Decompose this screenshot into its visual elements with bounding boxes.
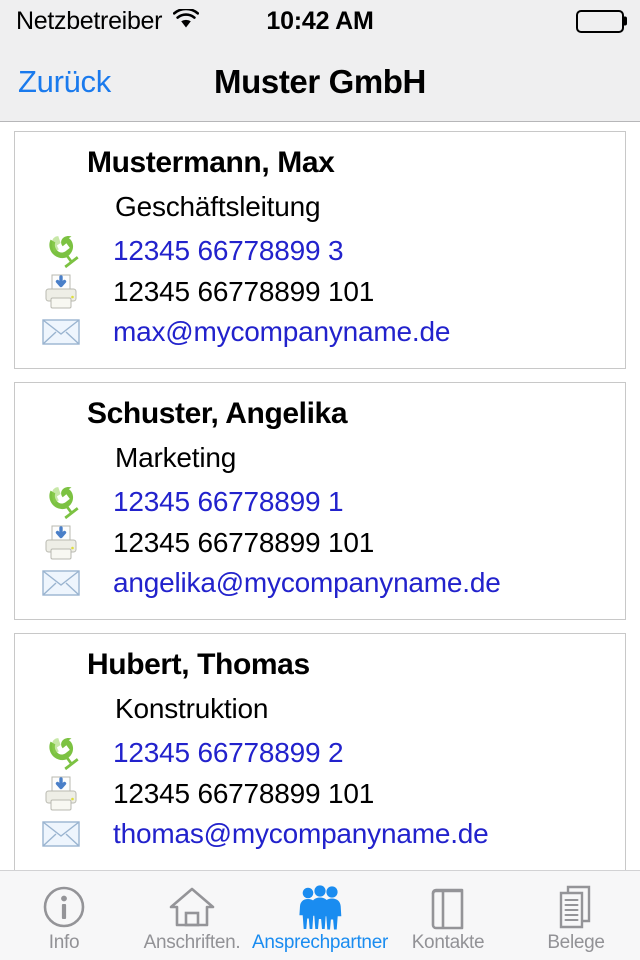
contact-fax-row: 12345 66778899 101 <box>15 774 625 814</box>
carrier-label: Netzbetreiber <box>16 6 163 35</box>
contact-name: Hubert, Thomas <box>87 648 310 681</box>
tab-label: Belege <box>547 932 605 953</box>
contact-phone-row[interactable]: 12345 66778899 1 <box>15 481 625 523</box>
tab-anschriften[interactable]: Anschriften. <box>128 871 256 960</box>
contact-list[interactable]: Mustermann, Max Geschäftsleitung 12345 6… <box>0 122 640 870</box>
navigation-bar: Zurück Muster GmbH <box>0 42 640 122</box>
contact-phone[interactable]: 12345 66778899 1 <box>87 486 344 518</box>
contact-name: Mustermann, Max <box>87 146 335 179</box>
contact-card[interactable]: Schuster, Angelika Marketing 12345 66778… <box>14 382 626 620</box>
tab-info[interactable]: Info <box>0 871 128 960</box>
wifi-icon <box>173 7 200 34</box>
envelope-icon <box>35 316 87 348</box>
info-circle-icon <box>41 883 87 931</box>
contact-role: Geschäftsleitung <box>115 191 321 222</box>
people-group-icon <box>294 883 346 931</box>
fax-printer-icon <box>35 272 87 312</box>
contact-email[interactable]: max@mycompanyname.de <box>87 316 450 348</box>
contact-phone-row[interactable]: 12345 66778899 2 <box>15 732 625 774</box>
envelope-icon <box>35 567 87 599</box>
tab-belege[interactable]: Belege <box>512 871 640 960</box>
contact-role: Marketing <box>115 442 237 473</box>
documents-icon <box>553 883 599 931</box>
contact-phone[interactable]: 12345 66778899 2 <box>87 737 344 769</box>
contact-email-row[interactable]: angelika@mycompanyname.de <box>15 563 625 603</box>
contact-card[interactable]: Mustermann, Max Geschäftsleitung 12345 6… <box>14 131 626 369</box>
contact-fax-row: 12345 66778899 101 <box>15 523 625 563</box>
tab-label: Info <box>48 932 80 953</box>
contact-phone[interactable]: 12345 66778899 3 <box>87 235 344 267</box>
status-bar-left: Netzbetreiber <box>16 6 200 36</box>
battery-full-icon <box>576 9 627 33</box>
contact-fax-row: 12345 66778899 101 <box>15 272 625 312</box>
contact-fax: 12345 66778899 101 <box>113 527 375 558</box>
contact-name: Schuster, Angelika <box>87 397 348 430</box>
tab-kontakte[interactable]: Kontakte <box>384 871 512 960</box>
tab-ansprechpartner[interactable]: Ansprechpartner <box>252 871 388 960</box>
tab-label: Kontakte <box>411 932 485 953</box>
tab-label: Ansprechpartner <box>252 932 388 953</box>
contact-phone-row[interactable]: 12345 66778899 3 <box>15 230 625 272</box>
envelope-icon <box>35 818 87 850</box>
contact-role: Konstruktion <box>115 693 269 724</box>
status-bar-right <box>576 9 627 33</box>
fax-printer-icon <box>35 774 87 814</box>
contact-fax: 12345 66778899 101 <box>113 276 375 307</box>
tab-bar: Info Anschriften. Ansprechpartner Kontak… <box>0 870 640 960</box>
phone-handset-icon <box>35 481 87 523</box>
phone-handset-icon <box>35 230 87 272</box>
phone-handset-icon <box>35 732 87 774</box>
contact-email[interactable]: angelika@mycompanyname.de <box>87 567 501 599</box>
contact-card[interactable]: Hubert, Thomas Konstruktion 12345 667788… <box>14 633 626 870</box>
house-icon <box>167 883 217 931</box>
fax-printer-icon <box>35 523 87 563</box>
contact-email-row[interactable]: max@mycompanyname.de <box>15 312 625 352</box>
contact-email-row[interactable]: thomas@mycompanyname.de <box>15 814 625 854</box>
app-root: Netzbetreiber 10:42 AM Zurück Muster Gmb… <box>0 0 640 960</box>
address-book-icon <box>427 883 469 931</box>
back-button[interactable]: Zurück <box>18 64 111 100</box>
status-bar: Netzbetreiber 10:42 AM <box>0 0 640 42</box>
tab-label: Anschriften. <box>143 932 241 953</box>
contact-fax: 12345 66778899 101 <box>113 778 375 809</box>
contact-email[interactable]: thomas@mycompanyname.de <box>87 818 489 850</box>
